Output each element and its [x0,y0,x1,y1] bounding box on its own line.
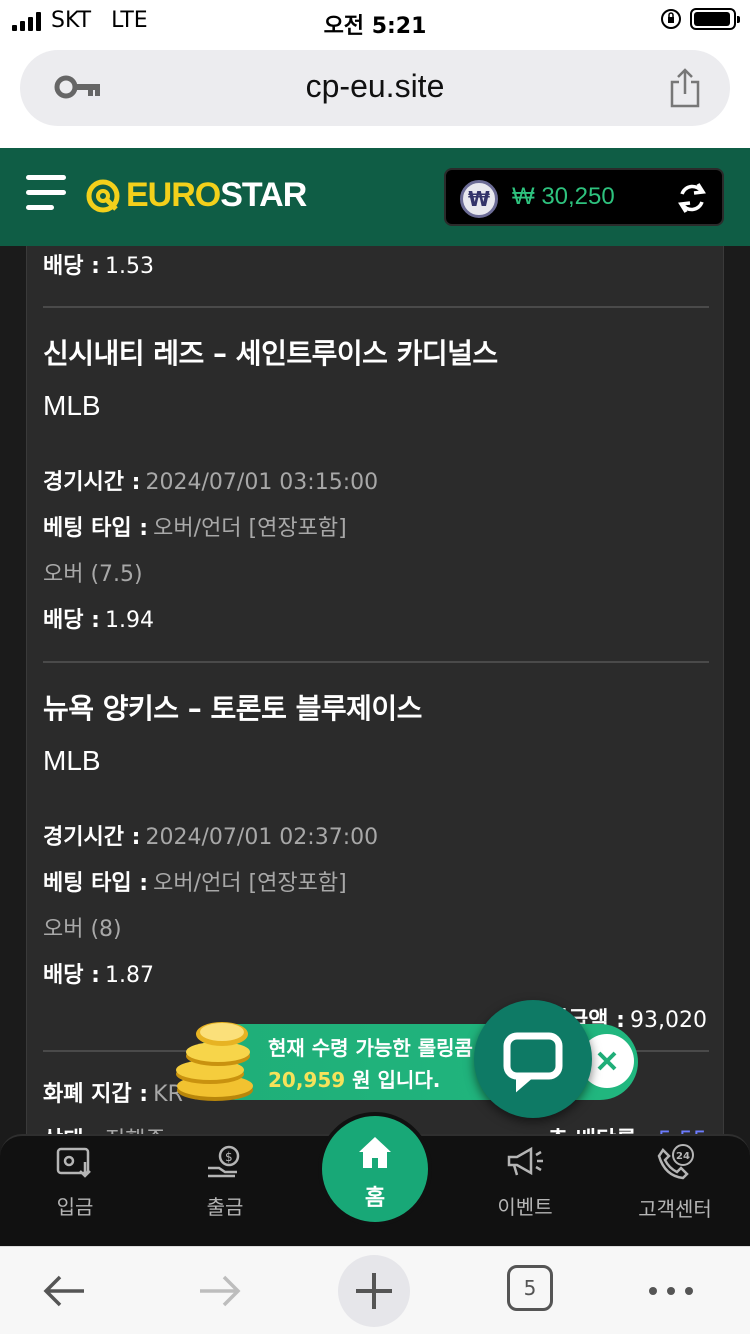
promo-suffix: 원 입니다. [352,1068,441,1092]
odds-label: 배당 : [43,963,100,988]
bet-type-value: 오버/언더 [연장포함] [153,871,347,896]
deposit-icon [56,1147,91,1178]
logo-text-star: STAR [220,176,307,214]
support-badge: 24 [676,1151,690,1162]
odds-label: 배당 : [43,608,100,633]
balance-amount: ₩ 30,250 [512,183,615,210]
back-icon[interactable] [40,1259,88,1323]
plus-icon [356,1273,392,1309]
gold-coins-icon [176,1022,253,1101]
nav-withdraw[interactable]: $ 출금 [165,1144,285,1220]
nav-home-label: 홈 [364,1186,386,1211]
game-time-value: 2024/07/01 03:15:00 [145,470,379,495]
address-bar[interactable]: cp-eu.site [20,50,730,126]
logo[interactable]: EURO STAR [84,176,307,215]
match-title: 신시내티 레즈 – 세인트루이스 카디널스 [43,337,498,370]
home-icon [359,1137,391,1168]
browser-toolbar: 5 [0,1246,750,1334]
bet-pick: 오버 (7.5) [43,562,143,587]
more-icon[interactable] [646,1259,696,1323]
bet-type-value: 오버/언더 [연장포함] [153,516,347,541]
share-icon[interactable] [668,68,702,108]
payout-value: 93,020 [630,1008,707,1033]
bet-pick: 오버 (8) [43,917,122,942]
odds-value: 1.87 [105,963,155,988]
promo-amount: 20,959 [268,1068,346,1092]
bet-type-label: 베팅 타입 : [43,871,149,896]
nav-deposit-label: 입금 [56,1195,94,1219]
forward-icon[interactable] [196,1259,244,1323]
logo-text-euro: EURO [126,176,221,214]
logo-q-icon [86,179,120,212]
wallet-label: 화폐 지갑 : [43,1082,149,1107]
nav-withdraw-label: 출금 [206,1195,244,1219]
divider [43,661,709,663]
nav-support-label: 고객센터 [638,1197,712,1221]
game-time-label: 경기시간 : [43,825,141,850]
url-text[interactable]: cp-eu.site [20,68,730,105]
chat-icon [503,1032,563,1093]
orientation-lock-icon [661,9,681,29]
divider [43,306,709,308]
league-name: MLB [43,745,101,776]
site-header: EURO STAR ₩ ₩ 30,250 [0,148,750,246]
live-chat-button[interactable] [474,1000,592,1118]
nav-home[interactable]: 홈 [318,1112,432,1226]
battery-icon [690,8,740,30]
refresh-icon[interactable] [674,180,710,216]
menu-icon[interactable] [26,175,70,219]
megaphone-icon [507,1146,543,1176]
status-bar: SKT LTE 오전 5:21 [0,0,750,42]
prev-odds-value: 1.53 [105,254,155,279]
league-name: MLB [43,390,101,421]
nav-event[interactable]: 이벤트 [465,1144,585,1220]
support-24-icon: 24 [657,1144,694,1180]
won-coin-icon: ₩ [460,180,498,218]
bet-type-label: 베팅 타입 : [43,516,149,541]
tabs-button[interactable]: 5 [507,1265,553,1311]
clock: 오전 5:21 [323,14,427,39]
match-title: 뉴욕 양키스 – 토론토 블루제이스 [43,692,422,725]
nav-event-label: 이벤트 [497,1195,553,1219]
game-time-label: 경기시간 : [43,470,141,495]
odds-value: 1.94 [105,608,155,633]
balance-widget[interactable]: ₩ ₩ 30,250 [444,168,724,226]
promo-line1: 현재 수령 가능한 롤링콤 [268,1036,473,1060]
bet-history-content: 배당 : 1.53 신시내티 레즈 – 세인트루이스 카디널스 MLB 경기시간… [0,246,750,1246]
prev-odds-label: 배당 : [43,254,100,279]
nav-deposit[interactable]: 입금 [15,1144,135,1220]
game-time-value: 2024/07/01 02:37:00 [145,825,379,850]
svg-text:$: $ [225,1150,233,1164]
new-tab-button[interactable] [338,1255,410,1327]
nav-support[interactable]: 24 고객센터 [615,1144,735,1222]
withdraw-icon: $ [208,1145,240,1178]
